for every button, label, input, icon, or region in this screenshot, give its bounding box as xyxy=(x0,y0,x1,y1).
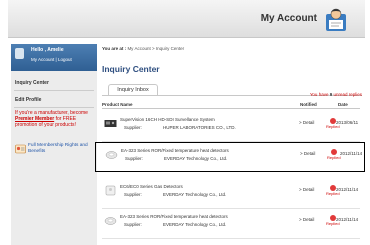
user-links: My Account | Logout xyxy=(31,57,72,62)
sidebar: Hello , Amelie My Account | Logout Inqui… xyxy=(11,44,97,245)
product-name-link[interactable]: EA-323 Series ROR/Fixed temperature heat… xyxy=(121,148,229,153)
sidebar-divider xyxy=(14,90,94,91)
detail-link[interactable]: > Detail xyxy=(299,217,314,222)
supplier-name: EVERDAY Technology Co., Ltd. xyxy=(164,156,228,161)
tab-inquiry-inbox[interactable]: Inquiry Inbox xyxy=(108,84,158,95)
inquiry-date: 2012/11/14 xyxy=(336,187,359,192)
supplier-name: EVERDAY Technology Co., Ltd. xyxy=(163,192,227,197)
account-header: My Account xyxy=(8,0,365,38)
avatar xyxy=(15,48,24,59)
supplier-name: EVERDAY Technology Co., Ltd. xyxy=(163,222,227,227)
product-name-link[interactable]: SuperVision 16CH HD-SDI Survellance Syst… xyxy=(120,117,215,122)
product-name-link[interactable]: EA-323 Series ROR/Fixed temperature heat… xyxy=(120,214,228,219)
heat-detector-icon xyxy=(104,217,117,225)
account-user-icon xyxy=(326,8,346,31)
table-row[interactable]: EA-323 Series ROR/Fixed temperature heat… xyxy=(102,209,360,239)
detail-link[interactable]: > Detail xyxy=(299,187,314,192)
logout-link[interactable]: Logout xyxy=(58,57,72,62)
membership-icon xyxy=(15,144,26,154)
inquiry-date: 2013/06/11 xyxy=(336,120,359,125)
membership-label: Full Membership Rights and Benefits xyxy=(28,143,88,154)
page-header-title: My Account xyxy=(260,13,317,24)
supplier-label: Supplier: xyxy=(124,192,142,197)
sidebar-item-inquiry-center[interactable]: Inquiry Center xyxy=(15,80,49,86)
product-thumbnail-icon xyxy=(104,120,117,127)
supplier-label: Supplier: xyxy=(125,156,143,161)
breadcrumb-prefix: You are at : xyxy=(102,46,127,51)
table-row[interactable]: EC6/EC0 Series Gas Detectors Supplier: E… xyxy=(102,179,360,209)
detail-link[interactable]: > Detail xyxy=(299,120,314,125)
col-notified: Notified xyxy=(300,102,317,107)
heat-detector-icon xyxy=(105,151,118,159)
breadcrumb-path[interactable]: My Account > Inquiry Center xyxy=(126,46,184,51)
replied-status: Replied xyxy=(327,155,341,160)
table-row-selected[interactable]: EA-323 Series ROR/Fixed temperature heat… xyxy=(95,142,365,172)
page-title: Inquiry Center xyxy=(102,64,160,74)
inquiry-date: 2012/11/14 xyxy=(336,217,359,222)
greeting: Hello , Amelie xyxy=(31,47,64,53)
supplier-label: Supplier: xyxy=(124,222,142,227)
breadcrumb: You are at : My Account > Inquiry Center xyxy=(102,46,184,51)
col-date: Date xyxy=(338,102,348,107)
user-box: Hello , Amelie My Account | Logout xyxy=(11,44,97,71)
table-row[interactable]: SuperVision 16CH HD-SDI Survellance Syst… xyxy=(102,112,360,142)
table-header: Product Name Notified Date xyxy=(102,100,360,109)
unread-count: You have 9 unread replies xyxy=(310,92,362,97)
unread-text-end: unread replies xyxy=(332,92,362,97)
membership-benefits-link[interactable]: Full Membership Rights and Benefits xyxy=(15,143,95,157)
product-name-link[interactable]: EC6/EC0 Series Gas Detectors xyxy=(120,184,183,189)
supplier-label: Supplier: xyxy=(124,125,142,130)
my-account-link[interactable]: My Account xyxy=(31,57,54,62)
col-product-name: Product Name xyxy=(102,102,133,107)
detail-link[interactable]: > Detail xyxy=(300,151,315,156)
sidebar-divider xyxy=(14,107,94,108)
sidebar-item-edit-profile[interactable]: Edit Profile xyxy=(15,97,41,103)
gas-detector-icon xyxy=(105,185,116,196)
replied-badge: Replied xyxy=(327,149,341,161)
supplier-name: HUPER LABORATORIES CO., LTD. xyxy=(163,125,236,130)
premier-promo: If you're a manufacturer, become Premier… xyxy=(15,110,93,128)
unread-text-start: You have xyxy=(309,92,330,97)
inquiry-date: 2012/11/14 xyxy=(340,151,363,156)
